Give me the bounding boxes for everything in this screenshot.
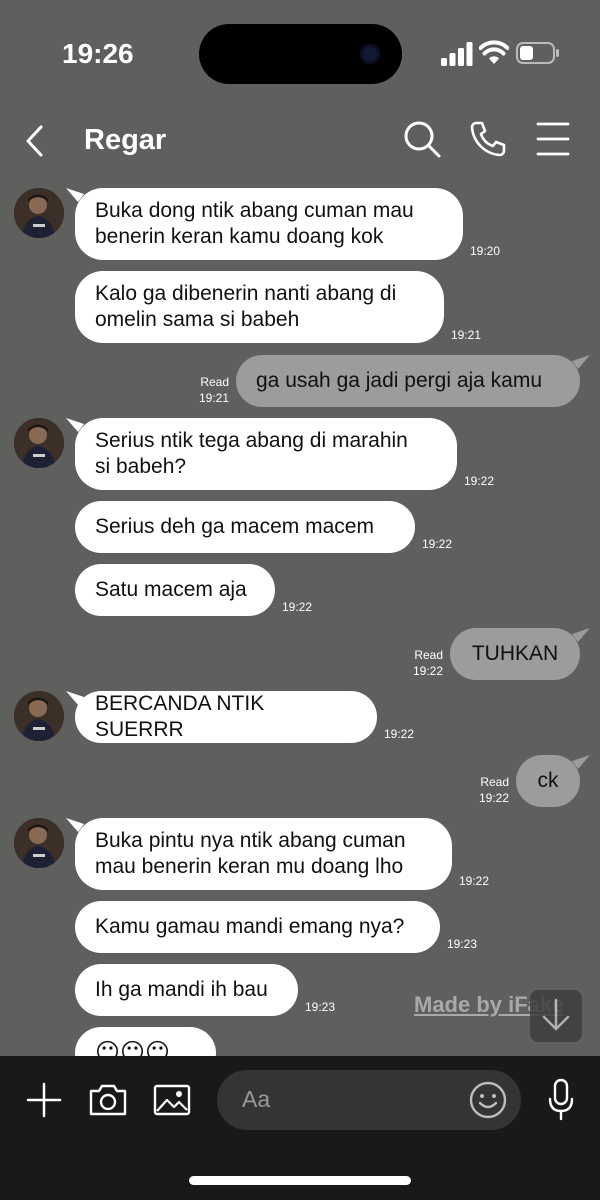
message-time: 19:21 bbox=[451, 328, 482, 342]
incoming-message[interactable]: Serius deh ga macem macem bbox=[75, 501, 415, 553]
message-time: 19:20 bbox=[470, 244, 501, 258]
dynamic-island bbox=[199, 24, 402, 84]
incoming-message[interactable]: Kalo ga dibenerin nanti abang di omelin … bbox=[75, 271, 444, 343]
incoming-message[interactable]: Buka dong ntik abang cuman mau benerin k… bbox=[75, 188, 463, 260]
bubble-tail bbox=[572, 355, 590, 369]
arrow-down-icon bbox=[542, 998, 570, 1031]
search-icon[interactable] bbox=[402, 119, 442, 159]
back-icon[interactable] bbox=[22, 123, 46, 159]
incoming-message[interactable]: BERCANDA NTIK SUERRR bbox=[75, 691, 377, 743]
battery-icon bbox=[516, 42, 559, 64]
status-time: 19:26 bbox=[62, 38, 134, 69]
incoming-message[interactable]: Buka pintu nya ntik abang cuman mau bene… bbox=[75, 818, 452, 890]
bubble-tail bbox=[572, 755, 590, 769]
message-time: 19:22 bbox=[384, 727, 415, 741]
outgoing-message[interactable]: ga usah ga jadi pergi aja kamu bbox=[236, 355, 580, 407]
contact-avatar[interactable] bbox=[14, 418, 64, 468]
message-time: 19:22 bbox=[464, 474, 495, 488]
read-receipt: Read 19:22 bbox=[478, 775, 509, 805]
incoming-message[interactable]: Serius ntik tega abang di marahin si bab… bbox=[75, 418, 457, 490]
emoji-icon[interactable] bbox=[469, 1081, 507, 1119]
microphone-icon[interactable] bbox=[548, 1078, 574, 1122]
outgoing-message[interactable]: ck bbox=[516, 755, 580, 807]
image-icon[interactable] bbox=[153, 1084, 191, 1116]
message-time: 19:22 bbox=[282, 600, 313, 614]
read-receipt: Read 19:22 bbox=[412, 648, 443, 678]
message-time: 19:23 bbox=[305, 1000, 336, 1014]
incoming-message[interactable]: Kamu gamau mandi emang nya? bbox=[75, 901, 440, 953]
incoming-message[interactable]: Ih ga mandi ih bau bbox=[75, 964, 298, 1016]
contact-avatar[interactable] bbox=[14, 188, 64, 238]
phone-icon[interactable] bbox=[468, 119, 508, 159]
contact-avatar[interactable] bbox=[14, 691, 64, 741]
contact-name[interactable]: Regar bbox=[84, 124, 166, 157]
camera-icon[interactable] bbox=[88, 1083, 128, 1117]
message-time: 19:22 bbox=[459, 874, 490, 888]
message-input-placeholder: Aa bbox=[242, 1086, 271, 1112]
outgoing-message[interactable]: TUHKAN bbox=[450, 628, 580, 680]
signal-icon bbox=[441, 42, 473, 66]
message-input[interactable]: Aa bbox=[217, 1070, 521, 1130]
contact-avatar[interactable] bbox=[14, 818, 64, 868]
status-bar: 19:26 bbox=[0, 0, 600, 100]
plus-icon[interactable] bbox=[26, 1082, 62, 1118]
incoming-message[interactable]: Satu macem aja bbox=[75, 564, 275, 616]
scroll-down-button[interactable] bbox=[530, 990, 582, 1042]
message-time: 19:22 bbox=[422, 537, 453, 551]
home-indicator[interactable] bbox=[189, 1176, 411, 1185]
bubble-tail bbox=[572, 628, 590, 642]
message-time: 19:23 bbox=[447, 937, 478, 951]
composer-bar: Aa bbox=[0, 1056, 600, 1200]
wifi-icon bbox=[479, 40, 509, 64]
chat-header: Regar bbox=[0, 105, 600, 175]
menu-icon[interactable] bbox=[534, 119, 574, 159]
read-receipt: Read 19:21 bbox=[198, 375, 229, 405]
